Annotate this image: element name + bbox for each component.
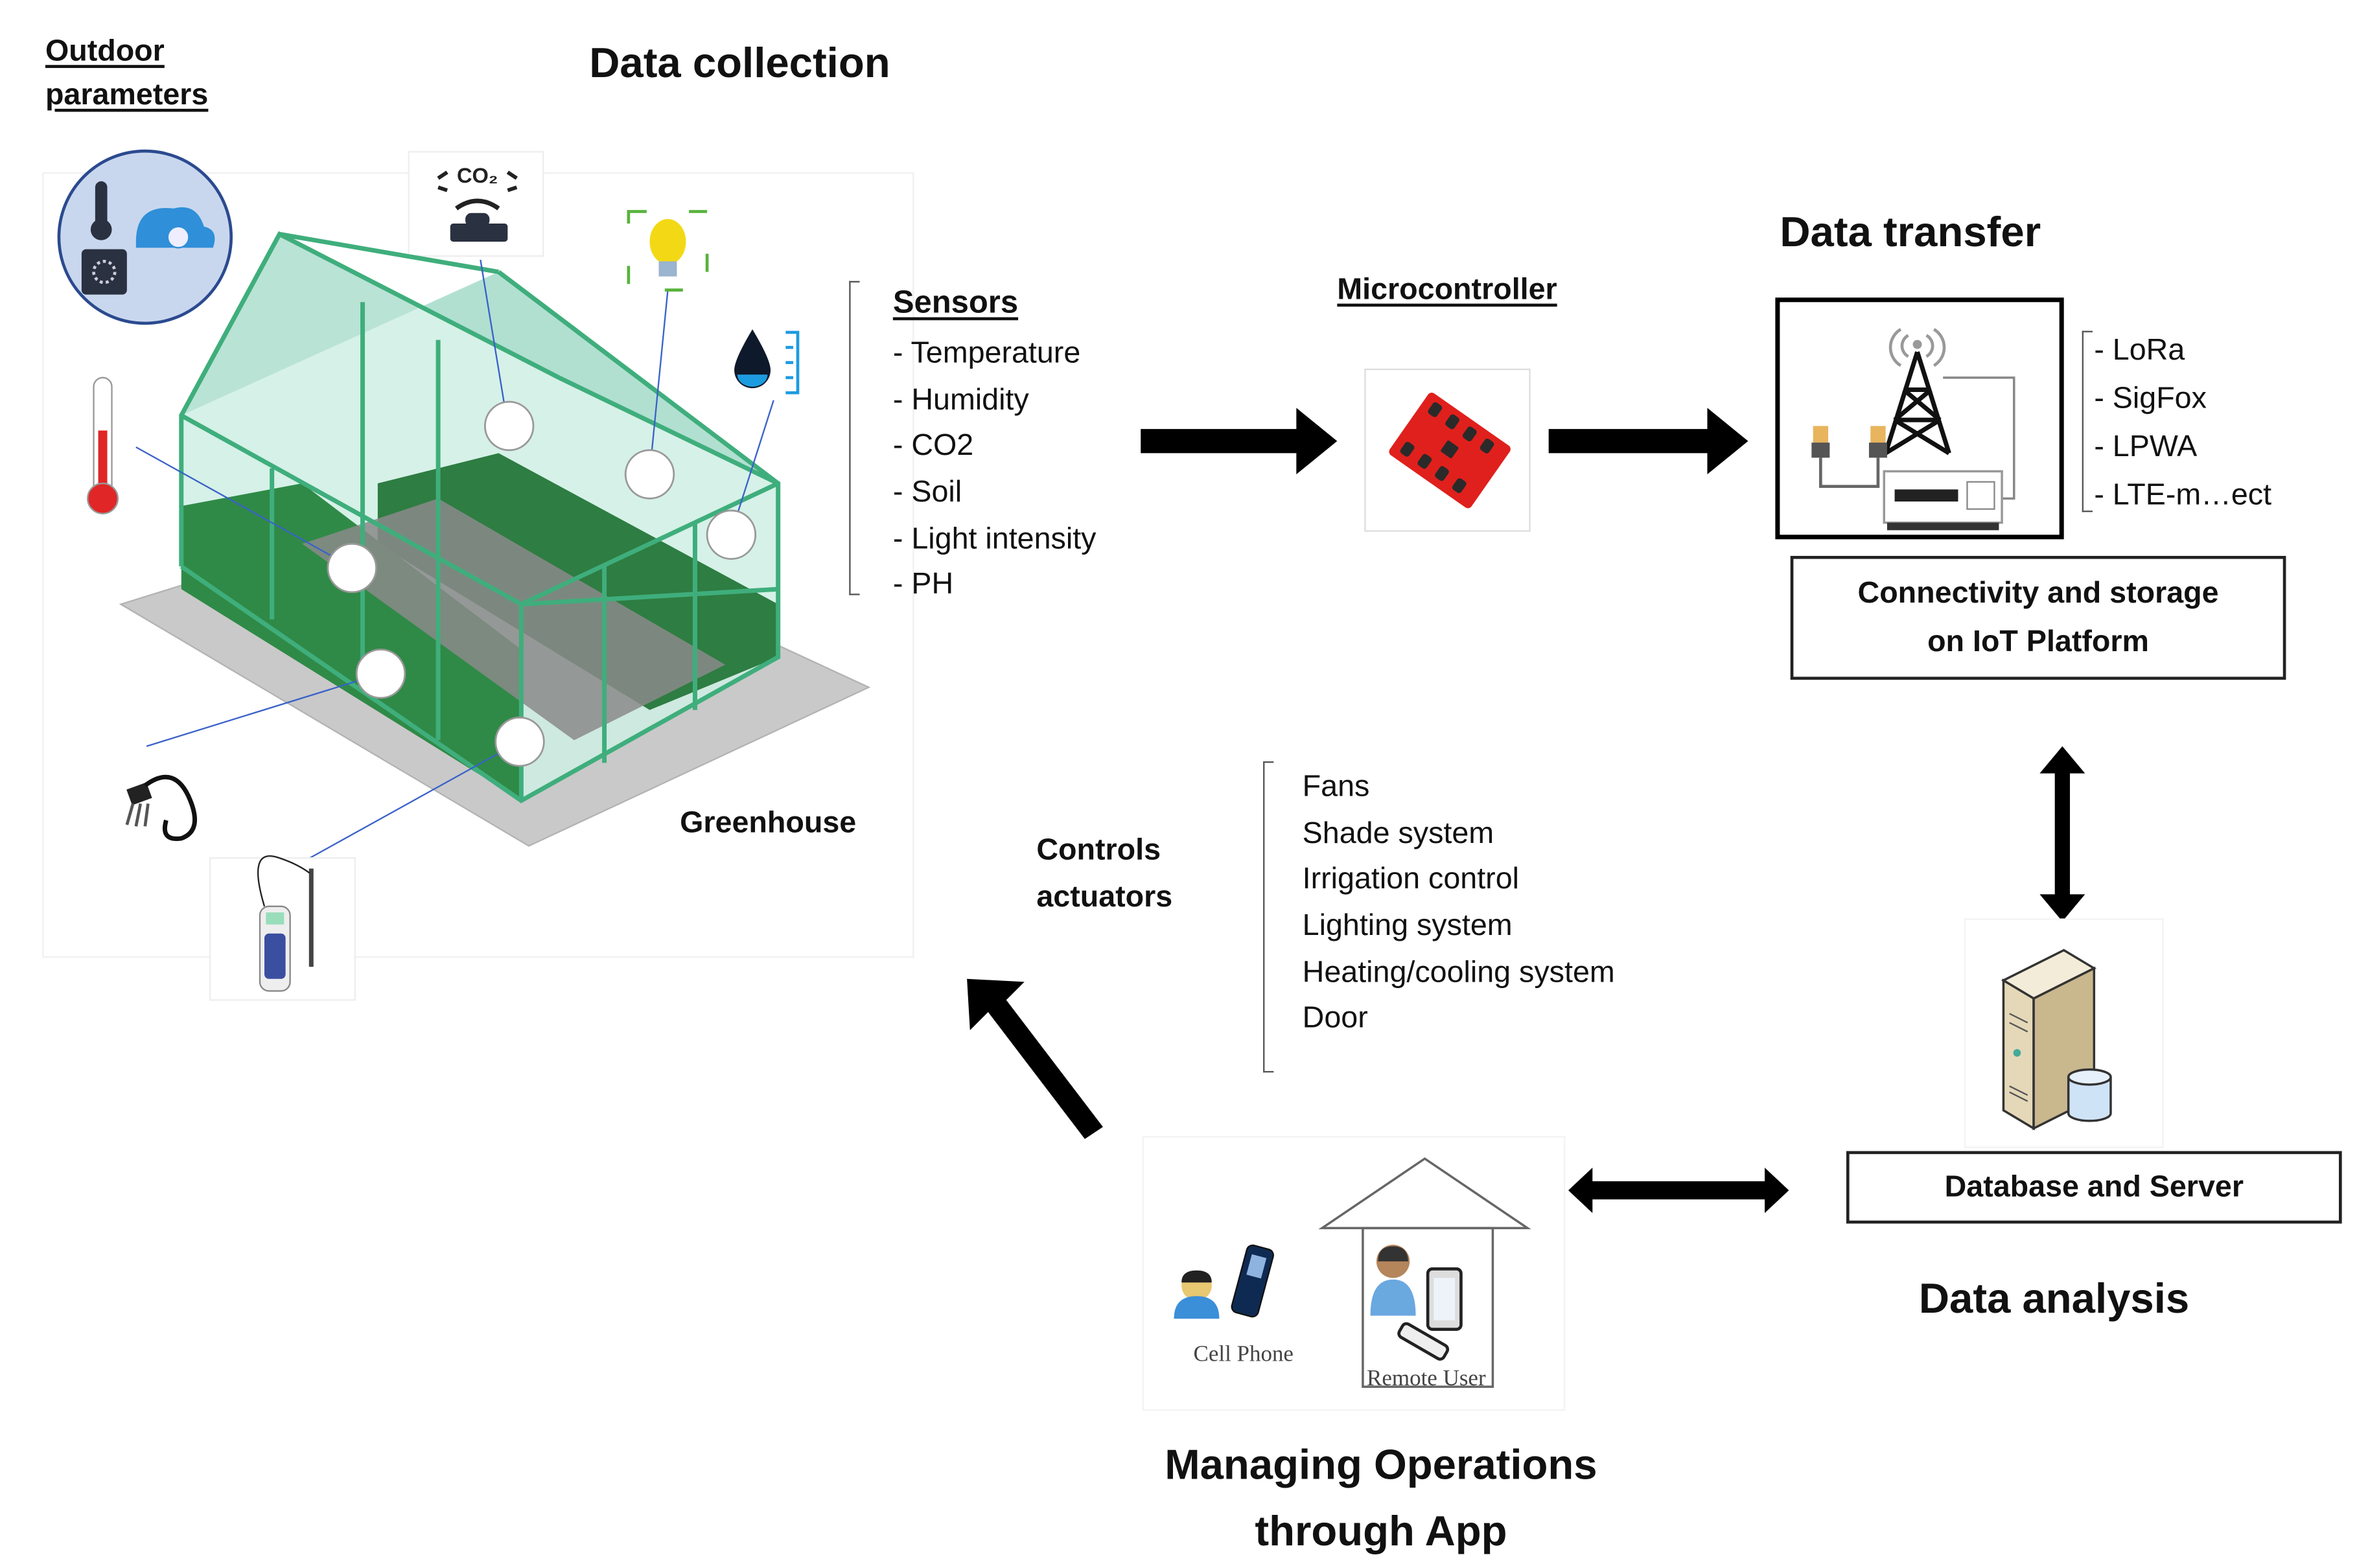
data-analysis-title: Data analysis — [1918, 1274, 2190, 1322]
sensor-item: - Light intensity — [892, 522, 1097, 556]
protocol-item: - LoRa — [2094, 334, 2185, 367]
light-bulb-icon — [627, 210, 709, 292]
iot-platform-box: Connectivity and storage on IoT Platform — [1790, 555, 2286, 680]
database-server-box: Database and Server — [1846, 1151, 2342, 1224]
cell-phone-icon — [1231, 1244, 1274, 1318]
data-transfer-title: Data transfer — [1780, 208, 2041, 256]
protocols-list: - LoRa - SigFox - LPWA - LTE-m…ect — [2094, 327, 2271, 520]
remote-user-icon — [1370, 1245, 1416, 1316]
actuator-item: Door — [1302, 1002, 1368, 1036]
outdoor-weather-icon — [57, 149, 233, 325]
server-image-panel — [1964, 918, 2164, 1148]
microcontroller-heading: Microcontroller — [1337, 273, 1557, 307]
arrow-app-server-bidirectional — [1568, 1168, 1789, 1214]
arrow-microcontroller-to-transfer — [1548, 408, 1748, 475]
sensor-item: - CO2 — [892, 429, 974, 463]
arrow-app-to-greenhouse — [967, 978, 1103, 1139]
soil-moisture-sensor-icon — [125, 774, 197, 841]
managing-operations-line2: through App — [1255, 1507, 1507, 1555]
actuators-list: Fans Shade system Irrigation control Lig… — [1303, 765, 1615, 1043]
sensor-marker-temperature — [327, 542, 377, 594]
sensor-marker-co2 — [483, 400, 535, 452]
iot-greenhouse-diagram: Outdoor parameters Data collection CO₂ G… — [0, 0, 2357, 1568]
sensor-marker-light — [624, 449, 675, 500]
water-level-icon — [734, 329, 800, 395]
cell-phone-user-icon — [1174, 1270, 1220, 1319]
cell-phone-label: Cell Phone — [1194, 1341, 1294, 1366]
iot-platform-line2: on IoT Platform — [1927, 625, 2150, 659]
house-roof-icon — [1318, 1157, 1531, 1230]
actuator-item: Irrigation control — [1302, 863, 1520, 897]
sensors-list: - Temperature - Humidity - CO2 - Soil - … — [893, 331, 1097, 609]
controls-actuators-line2: actuators — [1036, 881, 1173, 914]
microcontroller-board-icon — [1389, 393, 1511, 509]
controls-actuators-label: Controls actuators — [1036, 828, 1172, 922]
microcontroller-image-panel — [1364, 368, 1531, 532]
sensor-item: - Humidity — [892, 383, 1029, 417]
database-server-icon — [2001, 949, 2112, 1131]
remote-user-label: Remote User — [1367, 1365, 1486, 1390]
greenhouse-illustration: CO₂ — [57, 149, 871, 1001]
arrow-platform-server-bidirectional — [2039, 746, 2085, 922]
sensor-item: - Soil — [892, 476, 962, 509]
app-users-image-panel: Cell Phone Remote User — [1142, 1136, 1566, 1411]
gateway-tower-icon — [1811, 328, 2015, 531]
greenhouse-label: Greenhouse — [680, 806, 857, 840]
protocols-bracket — [2082, 330, 2093, 513]
actuator-item: Lighting system — [1302, 909, 1513, 943]
actuator-item: Fans — [1302, 770, 1370, 804]
sensor-marker-humidity — [706, 509, 757, 560]
gateway-image-panel — [1775, 297, 2064, 540]
co2-icon-text: CO₂ — [457, 163, 498, 187]
sensor-item: - Temperature — [892, 336, 1081, 371]
sensors-bracket — [849, 281, 860, 595]
co2-sensor-icon: CO₂ — [437, 163, 518, 242]
protocol-item: - LTE-m…ect — [2094, 479, 2272, 513]
sensors-heading: Sensors — [892, 285, 1019, 321]
thermometer-icon — [87, 376, 119, 514]
actuator-item: Shade system — [1302, 816, 1494, 850]
arrow-sensors-to-microcontroller — [1141, 408, 1338, 475]
protocol-item: - LPWA — [2094, 430, 2198, 464]
controls-actuators-line1: Controls — [1036, 833, 1161, 868]
sensor-item: - PH — [892, 568, 954, 602]
managing-operations-title: Managing Operations through App — [1143, 1432, 1620, 1565]
protocol-item: - SigFox — [2094, 382, 2207, 416]
managing-operations-line1: Managing Operations — [1165, 1441, 1597, 1488]
ph-meter-icon — [209, 855, 356, 1001]
actuators-bracket — [1263, 761, 1274, 1073]
app-users-illustration: Cell Phone Remote User — [1174, 1157, 1531, 1390]
sensor-marker-soil — [355, 649, 406, 699]
actuator-item: Heating/cooling system — [1302, 956, 1615, 989]
sensor-marker-ph — [494, 717, 545, 767]
iot-platform-line1: Connectivity and storage — [1857, 577, 2219, 610]
